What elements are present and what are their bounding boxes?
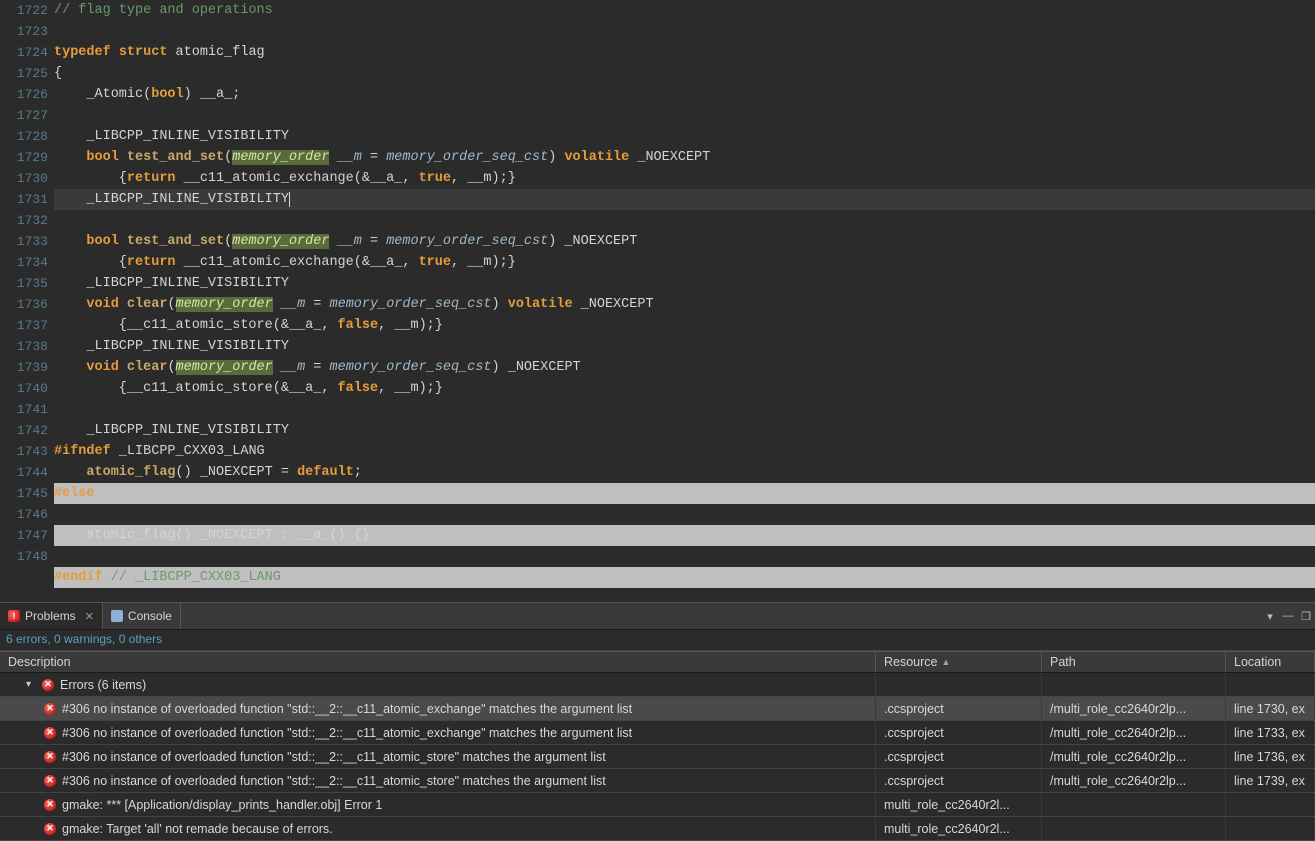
- sort-asc-icon: ▲: [942, 657, 951, 667]
- tab-problems[interactable]: ! Problems ✕: [0, 603, 103, 629]
- problem-row[interactable]: ✕#306 no instance of overloaded function…: [0, 769, 1315, 793]
- problem-path: /multi_role_cc2640r2lp...: [1042, 769, 1226, 792]
- errors-group-row[interactable]: ▾ ✕ Errors (6 items): [0, 673, 1315, 697]
- problem-path: /multi_role_cc2640r2lp...: [1042, 721, 1226, 744]
- code-line[interactable]: #ifndef _LIBCPP_CXX03_LANG: [54, 444, 265, 459]
- problem-row[interactable]: ✕#306 no instance of overloaded function…: [0, 721, 1315, 745]
- problem-row[interactable]: ✕gmake: Target 'all' not remade because …: [0, 817, 1315, 841]
- problem-location: line 1739, ex: [1226, 769, 1315, 792]
- code-line[interactable]: {return __c11_atomic_exchange(&__a_, tru…: [54, 255, 516, 270]
- problem-description: ✕#306 no instance of overloaded function…: [0, 745, 876, 768]
- code-line[interactable]: {__c11_atomic_store(&__a_, false, __m);}: [54, 318, 443, 333]
- code-line[interactable]: _LIBCPP_INLINE_VISIBILITY: [54, 339, 289, 354]
- code-line[interactable]: void clear(memory_order __m = memory_ord…: [54, 297, 654, 312]
- tab-console-label: Console: [128, 609, 172, 623]
- code-line[interactable]: {return __c11_atomic_exchange(&__a_, tru…: [54, 171, 516, 186]
- code-line[interactable]: {: [54, 66, 62, 81]
- problem-location: [1226, 793, 1315, 816]
- code-line[interactable]: #endif // _LIBCPP_CXX03_LANG: [54, 567, 1315, 588]
- problem-resource: multi_role_cc2640r2l...: [876, 793, 1042, 816]
- problem-location: line 1733, ex: [1226, 721, 1315, 744]
- error-icon: ✕: [44, 727, 56, 739]
- error-icon: ✕: [44, 751, 56, 763]
- problem-description: ✕#306 no instance of overloaded function…: [0, 697, 876, 720]
- code-line[interactable]: _Atomic(bool) __a_;: [54, 87, 240, 102]
- code-line[interactable]: _LIBCPP_INLINE_VISIBILITY: [54, 129, 289, 144]
- problem-resource: .ccsproject: [876, 745, 1042, 768]
- code-line[interactable]: atomic_flag() _NOEXCEPT = default;: [54, 465, 362, 480]
- error-icon: ✕: [44, 703, 56, 715]
- problem-location: line 1730, ex: [1226, 697, 1315, 720]
- problem-resource: .ccsproject: [876, 721, 1042, 744]
- problem-resource: .ccsproject: [876, 769, 1042, 792]
- problem-description: ✕#306 no instance of overloaded function…: [0, 721, 876, 744]
- code-line[interactable]: _LIBCPP_INLINE_VISIBILITY: [54, 189, 1315, 210]
- code-line[interactable]: _LIBCPP_INLINE_VISIBILITY: [54, 423, 289, 438]
- code-content[interactable]: // flag type and operations typedef stru…: [54, 0, 1315, 602]
- tab-console[interactable]: Console: [103, 603, 181, 629]
- code-line[interactable]: bool test_and_set(memory_order __m = mem…: [54, 150, 710, 165]
- problem-row[interactable]: ✕gmake: *** [Application/display_prints_…: [0, 793, 1315, 817]
- code-line[interactable]: typedef struct atomic_flag: [54, 45, 265, 60]
- code-line[interactable]: bool test_and_set(memory_order __m = mem…: [54, 234, 637, 249]
- error-icon: ✕: [42, 679, 54, 691]
- error-icon: ✕: [44, 775, 56, 787]
- code-editor[interactable]: 1722172317241725172617271728172917301731…: [0, 0, 1315, 602]
- col-description[interactable]: Description: [0, 652, 876, 672]
- problems-table[interactable]: Description Resource▲ Path Location ▾ ✕ …: [0, 651, 1315, 841]
- close-icon[interactable]: ✕: [85, 610, 94, 623]
- problem-row[interactable]: ✕#306 no instance of overloaded function…: [0, 697, 1315, 721]
- problems-header: Description Resource▲ Path Location: [0, 651, 1315, 673]
- tab-problems-label: Problems: [25, 609, 76, 623]
- problem-row[interactable]: ✕#306 no instance of overloaded function…: [0, 745, 1315, 769]
- panel-maximize-button[interactable]: ❐: [1297, 607, 1315, 625]
- code-line[interactable]: // flag type and operations: [54, 3, 273, 18]
- collapse-icon[interactable]: ▾: [26, 679, 36, 690]
- panel-menu-dropdown[interactable]: ▾: [1261, 607, 1279, 625]
- problem-path: [1042, 793, 1226, 816]
- problem-path: /multi_role_cc2640r2lp...: [1042, 697, 1226, 720]
- code-line[interactable]: _LIBCPP_INLINE_VISIBILITY: [54, 276, 289, 291]
- panel-minimize-button[interactable]: —: [1279, 607, 1297, 625]
- line-gutter: 1722172317241725172617271728172917301731…: [0, 0, 54, 602]
- col-path[interactable]: Path: [1042, 652, 1226, 672]
- code-line[interactable]: atomic_flag() _NOEXCEPT : __a_() {}: [54, 525, 1315, 546]
- problem-path: /multi_role_cc2640r2lp...: [1042, 745, 1226, 768]
- errors-group-label: Errors (6 items): [60, 678, 146, 692]
- console-icon: [111, 610, 123, 622]
- errors-group-cell: ▾ ✕ Errors (6 items): [0, 673, 876, 696]
- problem-description: ✕gmake: *** [Application/display_prints_…: [0, 793, 876, 816]
- problem-resource: .ccsproject: [876, 697, 1042, 720]
- col-resource[interactable]: Resource▲: [876, 652, 1042, 672]
- code-line[interactable]: void clear(memory_order __m = memory_ord…: [54, 360, 581, 375]
- col-location[interactable]: Location: [1226, 652, 1315, 672]
- problem-location: line 1736, ex: [1226, 745, 1315, 768]
- problem-description: ✕#306 no instance of overloaded function…: [0, 769, 876, 792]
- code-line[interactable]: #else: [54, 483, 1315, 504]
- bottom-panel-tabs: ! Problems ✕ Console ▾ — ❐: [0, 602, 1315, 630]
- code-line[interactable]: {__c11_atomic_store(&__a_, false, __m);}: [54, 381, 443, 396]
- error-icon: !: [8, 610, 20, 622]
- problems-summary: 6 errors, 0 warnings, 0 others: [0, 630, 1315, 651]
- error-icon: ✕: [44, 799, 56, 811]
